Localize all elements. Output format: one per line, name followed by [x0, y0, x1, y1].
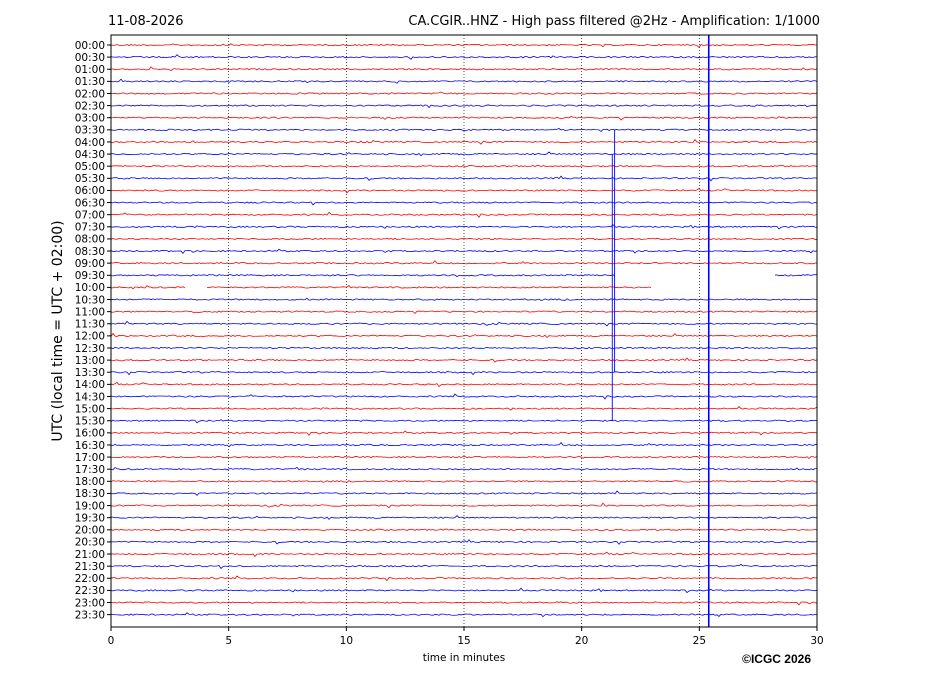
x-tick-label: 10 [340, 635, 353, 647]
y-tick-label: 01:30 [75, 76, 105, 88]
y-tick-label: 22:00 [75, 573, 105, 585]
y-tick-label: 19:00 [75, 500, 105, 512]
y-tick-label: 20:30 [75, 537, 105, 549]
y-tick-label: 18:00 [75, 476, 105, 488]
y-tick-label: 10:30 [75, 294, 105, 306]
x-tick-label: 20 [575, 635, 588, 647]
y-tick-label: 15:00 [75, 403, 105, 415]
y-axis-label: UTC (local time = UTC + 02:00) [50, 220, 66, 441]
y-tick-label: 02:30 [75, 100, 105, 112]
y-tick-label: 04:30 [75, 149, 105, 161]
y-tick-label: 02:00 [75, 88, 105, 100]
x-tick-label: 0 [108, 635, 115, 647]
y-tick-label: 16:30 [75, 440, 105, 452]
y-tick-label: 06:00 [75, 185, 105, 197]
y-tick-label: 06:30 [75, 197, 105, 209]
x-axis-label: time in minutes [423, 652, 505, 664]
y-tick-label: 13:30 [75, 367, 105, 379]
y-tick-label: 08:00 [75, 234, 105, 246]
y-tick-label: 04:00 [75, 137, 105, 149]
x-tick-label: 25 [693, 635, 706, 647]
y-tick-label: 14:00 [75, 379, 105, 391]
y-tick-label: 23:00 [75, 597, 105, 609]
seismogram-chart: 11-08-2026 CA.CGIR..HNZ - High pass filt… [0, 0, 927, 696]
y-tick-label: 13:00 [75, 355, 105, 367]
y-tick-label: 00:30 [75, 52, 105, 64]
x-tick-label: 30 [810, 635, 823, 647]
y-tick-label: 16:00 [75, 428, 105, 440]
y-tick-label: 10:00 [75, 282, 105, 294]
date-label: 11-08-2026 [108, 14, 184, 29]
chart-title: CA.CGIR..HNZ - High pass filtered @2Hz -… [408, 14, 820, 29]
copyright-label: ©ICGC 2026 [742, 652, 811, 666]
y-tick-label: 20:00 [75, 525, 105, 537]
y-tick-label: 03:00 [75, 113, 105, 125]
y-tick-label: 18:30 [75, 488, 105, 500]
x-tick-label: 5 [225, 635, 232, 647]
y-tick-label: 11:30 [75, 319, 105, 331]
y-tick-label: 21:00 [75, 549, 105, 561]
y-tick-label: 15:30 [75, 416, 105, 428]
y-tick-label: 03:30 [75, 125, 105, 137]
y-tick-label: 23:30 [75, 609, 105, 621]
y-tick-label: 07:00 [75, 209, 105, 221]
y-tick-label: 00:00 [75, 40, 105, 52]
y-tick-label: 11:00 [75, 306, 105, 318]
y-tick-label: 21:30 [75, 561, 105, 573]
y-tick-label: 17:30 [75, 464, 105, 476]
y-tick-label: 09:30 [75, 270, 105, 282]
x-tick-label: 15 [457, 635, 470, 647]
y-tick-label: 08:30 [75, 246, 105, 258]
y-tick-label: 12:30 [75, 343, 105, 355]
y-tick-label: 19:30 [75, 512, 105, 524]
y-tick-label: 01:00 [75, 64, 105, 76]
y-tick-label: 14:30 [75, 391, 105, 403]
y-tick-label: 22:30 [75, 585, 105, 597]
y-tick-label: 17:00 [75, 452, 105, 464]
y-tick-label: 09:00 [75, 258, 105, 270]
y-tick-label: 07:30 [75, 222, 105, 234]
y-tick-label: 05:30 [75, 173, 105, 185]
y-tick-label: 12:00 [75, 331, 105, 343]
y-tick-label: 05:00 [75, 161, 105, 173]
